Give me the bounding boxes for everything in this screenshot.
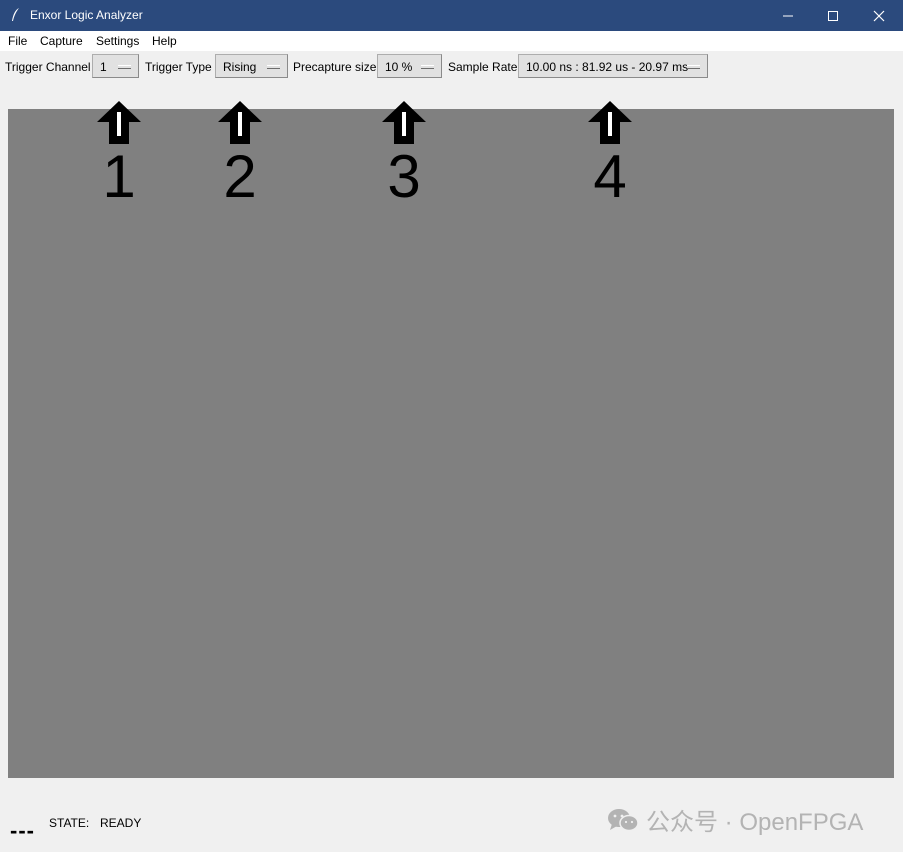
minimize-button[interactable] <box>765 0 811 31</box>
up-arrow-icon <box>588 101 632 144</box>
dropdown-indicator-icon <box>421 65 434 69</box>
close-button[interactable] <box>856 0 902 31</box>
up-arrow-icon <box>97 101 141 144</box>
toolbar: Trigger Channel 1 Trigger Type Rising Pr… <box>0 51 903 83</box>
up-arrow-icon <box>382 101 426 144</box>
trigger-channel-label: Trigger Channel <box>5 60 91 74</box>
trigger-type-select[interactable]: Rising <box>215 54 288 78</box>
up-arrow-icon <box>218 101 262 144</box>
callout-number: 3 <box>387 143 421 210</box>
menu-capture[interactable]: Capture <box>40 34 83 48</box>
callout-4: 4 <box>582 100 638 210</box>
dropdown-indicator-icon <box>687 65 700 69</box>
state-label: STATE: <box>49 816 90 830</box>
dropdown-indicator-icon <box>267 65 280 69</box>
dropdown-indicator-icon <box>118 65 131 69</box>
window-title: Enxor Logic Analyzer <box>30 8 143 22</box>
precapture-size-value: 10 % <box>385 60 413 74</box>
sample-rate-label: Sample Rate <box>448 60 518 74</box>
minimize-icon <box>783 15 793 17</box>
sample-rate-value: 10.00 ns : 81.92 us - 20.97 ms <box>526 60 689 74</box>
trigger-channel-value: 1 <box>100 60 107 74</box>
menu-settings[interactable]: Settings <box>96 34 139 48</box>
watermark-text: 公众号 · OpenFPGA <box>646 809 864 836</box>
title-bar: Enxor Logic Analyzer <box>0 0 903 31</box>
menu-help[interactable]: Help <box>152 34 177 48</box>
status-indicator: --- <box>10 818 35 843</box>
menu-bar: File Capture Settings Help <box>0 31 903 51</box>
callout-2: 2 <box>212 100 268 210</box>
trigger-type-value: Rising <box>223 60 257 74</box>
state-value: READY <box>100 816 142 830</box>
maximize-icon <box>828 11 838 21</box>
trigger-type-label: Trigger Type <box>145 60 212 74</box>
menu-file[interactable]: File <box>8 34 27 48</box>
callout-number: 4 <box>593 143 627 210</box>
callout-number: 1 <box>102 143 136 210</box>
close-icon <box>873 10 885 22</box>
precapture-size-select[interactable]: 10 % <box>377 54 442 78</box>
feather-icon <box>12 8 19 21</box>
callout-1: 1 <box>91 100 147 210</box>
trigger-channel-select[interactable]: 1 <box>92 54 139 78</box>
callout-3: 3 <box>376 100 432 210</box>
callout-number: 2 <box>223 143 257 210</box>
sample-rate-select[interactable]: 10.00 ns : 81.92 us - 20.97 ms <box>518 54 708 78</box>
maximize-button[interactable] <box>810 0 856 31</box>
precapture-size-label: Precapture size <box>293 60 377 74</box>
wechat-icon <box>608 809 639 832</box>
